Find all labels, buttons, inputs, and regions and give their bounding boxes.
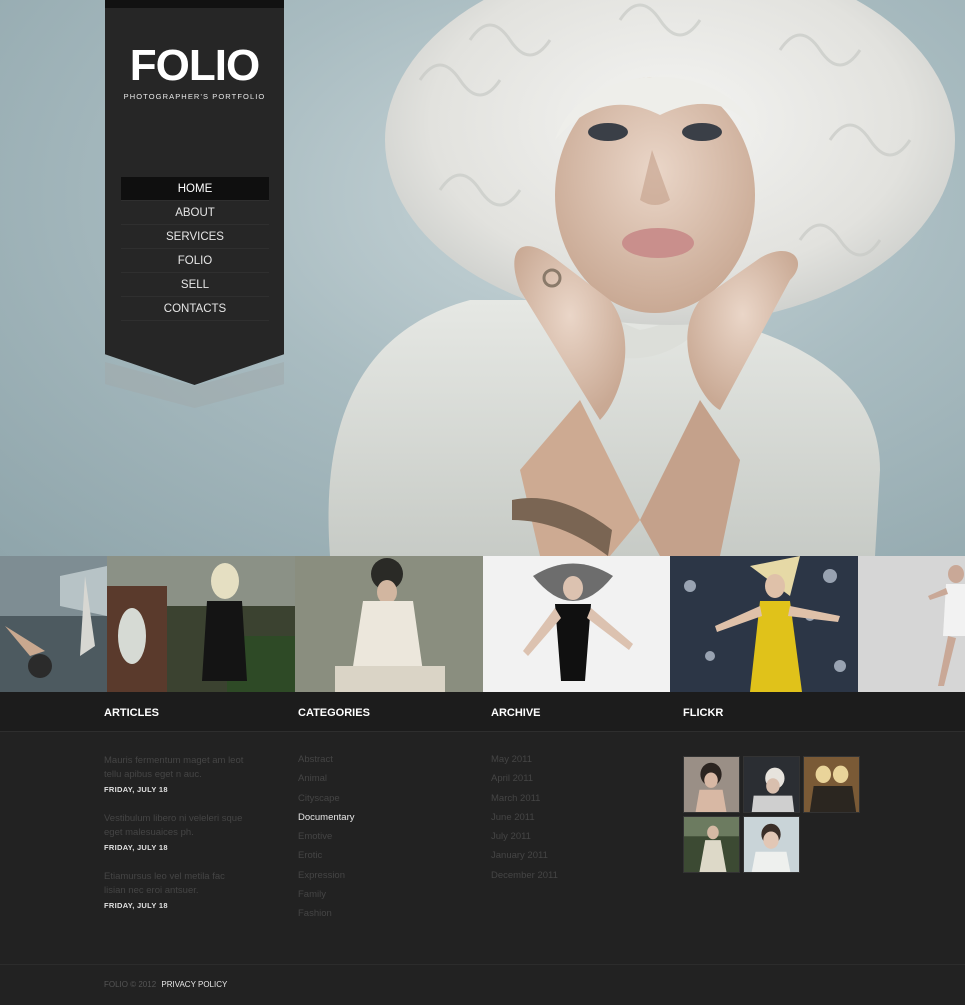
archive-link[interactable]: May 2011 (491, 754, 558, 773)
category-link[interactable]: Cityscape (298, 793, 355, 812)
category-link[interactable]: Fashion (298, 908, 355, 927)
archive-link[interactable]: December 2011 (491, 870, 558, 889)
article-item[interactable]: Etiamursus leo vel metila fac lisian nec… (104, 870, 244, 910)
archive-list: May 2011 April 2011 March 2011 June 2011… (491, 754, 558, 889)
gallery-strip (0, 556, 965, 692)
nav-item-sell[interactable]: SELL (121, 273, 269, 297)
site-logo[interactable]: FOLIO (105, 42, 284, 90)
article-item[interactable]: Vestibulum libero ni veleleri sque eget … (104, 812, 244, 852)
gallery-thumb[interactable] (295, 556, 483, 692)
gallery-thumb[interactable] (0, 556, 107, 692)
category-link[interactable]: Emotive (298, 831, 355, 850)
main-nav: HOME ABOUT SERVICES FOLIO SELL CONTACTS (121, 177, 269, 321)
flickr-thumb[interactable] (743, 756, 800, 813)
archive-link[interactable]: June 2011 (491, 812, 558, 831)
nav-item-services[interactable]: SERVICES (121, 225, 269, 249)
archive-link[interactable]: July 2011 (491, 831, 558, 850)
archive-link[interactable]: March 2011 (491, 793, 558, 812)
flickr-thumb[interactable] (683, 816, 740, 873)
gallery-thumb[interactable] (107, 556, 295, 692)
category-link[interactable]: Expression (298, 870, 355, 889)
flickr-thumb[interactable] (803, 756, 860, 813)
gallery-thumb[interactable] (858, 556, 965, 692)
nav-item-contacts[interactable]: CONTACTS (121, 297, 269, 321)
nav-item-home[interactable]: HOME (121, 177, 269, 201)
site-tagline: PHOTOGRAPHER'S PORTFOLIO (123, 92, 266, 101)
categories-list: Abstract Animal Cityscape Documentary Em… (298, 754, 355, 928)
nav-item-about[interactable]: ABOUT (121, 201, 269, 225)
category-link-active[interactable]: Documentary (298, 812, 355, 831)
footer: ARTICLES CATEGORIES ARCHIVE FLICKR Mauri… (0, 692, 965, 1005)
hero-banner: FOLIO PHOTOGRAPHER'S PORTFOLIO HOME ABOU… (0, 0, 965, 556)
archive-link[interactable]: January 2011 (491, 850, 558, 869)
flickr-title: FLICKR (683, 707, 724, 719)
article-item[interactable]: Mauris fermentum maget am leot tellu api… (104, 754, 244, 794)
flickr-thumb[interactable] (743, 816, 800, 873)
category-link[interactable]: Abstract (298, 754, 355, 773)
category-link[interactable]: Family (298, 889, 355, 908)
archive-title: ARCHIVE (491, 707, 541, 719)
articles-title: ARTICLES (104, 707, 159, 719)
nav-item-folio[interactable]: FOLIO (121, 249, 269, 273)
copyright: FOLIO © 2012 PRIVACY POLICY (104, 980, 228, 989)
gallery-thumb[interactable] (670, 556, 858, 692)
sidebar-panel: FOLIO PHOTOGRAPHER'S PORTFOLIO HOME ABOU… (105, 0, 284, 385)
gallery-thumb[interactable] (483, 556, 670, 692)
archive-link[interactable]: April 2011 (491, 773, 558, 792)
category-link[interactable]: Erotic (298, 850, 355, 869)
category-link[interactable]: Animal (298, 773, 355, 792)
categories-title: CATEGORIES (298, 707, 370, 719)
flickr-thumb[interactable] (683, 756, 740, 813)
privacy-policy-link[interactable]: PRIVACY POLICY (161, 980, 227, 989)
